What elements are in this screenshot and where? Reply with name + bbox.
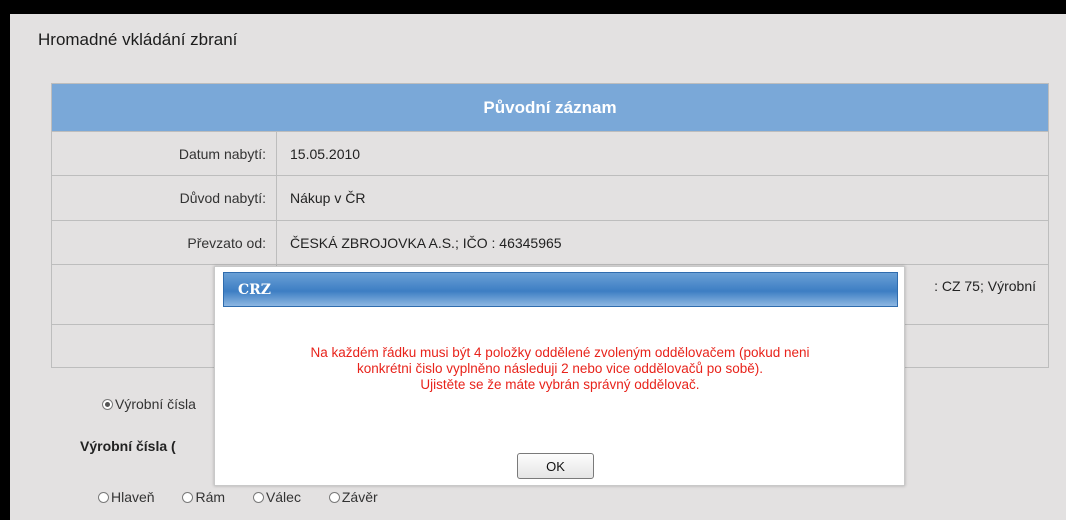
taken-over-from-value: ČESKÁ ZBROJOVKA A.S.; IČO : 46345965 (276, 220, 1049, 265)
table-row: Důvod nabytí: Nákup v ČR (51, 175, 1049, 221)
serial-numbers-radio-label: Výrobní čísla (115, 396, 196, 412)
dialog-message-line: konkrétni čislo vyplněno následuji 2 neb… (356, 361, 763, 376)
radio-icon[interactable] (98, 492, 109, 503)
alert-dialog: CRZ Na každém řádku musi být 4 položky o… (214, 266, 905, 486)
dialog-titlebar[interactable]: CRZ (223, 272, 898, 307)
part-option-frame[interactable]: Rám (182, 489, 225, 505)
acquisition-reason-value: Nákup v ČR (276, 175, 1049, 221)
acquisition-reason-label: Důvod nabytí: (51, 175, 277, 221)
main-panel: Hromadné vkládání zbraní Původní záznam … (10, 14, 1066, 520)
table-row: Datum nabytí: 15.05.2010 (51, 131, 1049, 176)
part-option-breech[interactable]: Závěr (328, 489, 378, 505)
serial-numbers-heading: Výrobní čísla ( (80, 438, 176, 454)
taken-over-from-label: Převzato od: (51, 220, 277, 265)
part-option-label: Rám (195, 489, 226, 505)
part-option-barrel[interactable]: Hlaveň (98, 489, 155, 505)
radio-checked-icon[interactable] (102, 399, 113, 410)
part-options: Hlaveň Rám Válec Závěr (98, 489, 402, 505)
page-title: Hromadné vkládání zbraní (38, 30, 238, 49)
dialog-title: CRZ (238, 282, 271, 298)
dialog-message-line: Na každém řádku musi být 4 položky odděl… (310, 345, 810, 360)
part-option-label: Závěr (341, 489, 378, 505)
part-option-cylinder[interactable]: Válec (252, 489, 301, 505)
ok-button[interactable]: OK (517, 453, 594, 479)
radio-icon[interactable] (252, 492, 264, 503)
dialog-message: Na každém řádku musi být 4 položky odděl… (229, 345, 891, 393)
dialog-message-line: Ujistěte se že máte vybrán správný odděl… (420, 377, 700, 392)
radio-icon[interactable] (182, 492, 194, 503)
part-option-label: Hlaveň (111, 489, 155, 505)
part-option-label: Válec (265, 489, 301, 505)
serial-numbers-radio-option[interactable]: Výrobní čísla (102, 396, 196, 412)
table-row: Převzato od: ČESKÁ ZBROJOVKA A.S.; IČO :… (51, 220, 1049, 265)
record-table-header: Původní záznam (51, 83, 1049, 132)
radio-icon[interactable] (328, 492, 340, 503)
acquisition-date-value: 15.05.2010 (276, 131, 1049, 176)
acquisition-date-label: Datum nabytí: (51, 131, 277, 176)
